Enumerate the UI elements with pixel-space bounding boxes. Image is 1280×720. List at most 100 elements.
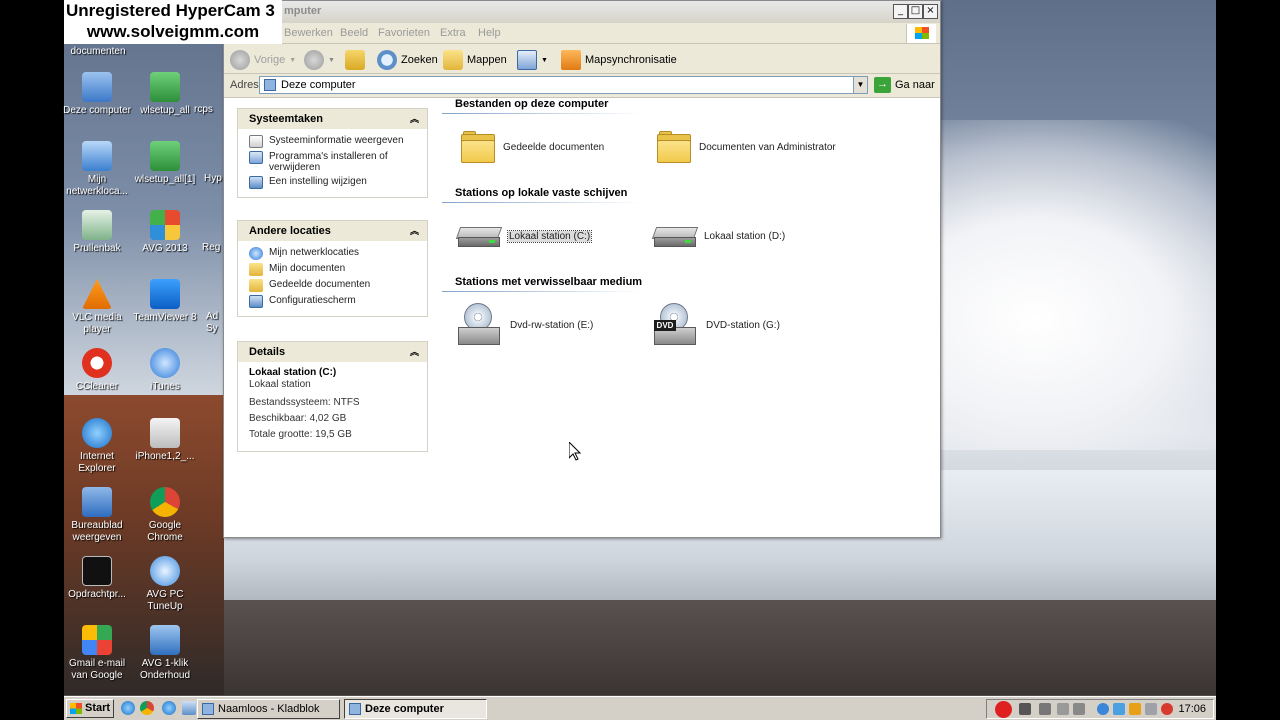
desktop-icon-google-chrome[interactable]: Google Chrome — [131, 487, 199, 544]
forward-button[interactable]: ▼ — [304, 50, 335, 70]
item-shared-documents[interactable]: Gedeelde documenten — [461, 131, 604, 163]
item-drive-d[interactable]: Lokaal station (D:) — [651, 223, 785, 249]
vlc-icon — [82, 279, 112, 309]
section-removable: Stations met verwisselbaar medium — [442, 276, 922, 292]
windows-logo-icon — [906, 24, 936, 43]
sync-label: Mapsynchronisatie — [585, 54, 677, 66]
panel-header[interactable]: Details ︽ — [238, 342, 427, 362]
collapse-chevron-icon[interactable]: ︽ — [410, 112, 419, 125]
menu-help[interactable]: Help — [478, 27, 501, 39]
desktop-icon-mijn-netwerk[interactable]: Mijn netwerkloca... — [63, 141, 131, 198]
place-link-shared[interactable]: Gedeelde documenten — [249, 279, 427, 292]
update-tray-icon[interactable] — [1161, 703, 1173, 715]
avg-tray-icon[interactable] — [1129, 703, 1141, 715]
desktop-icon-hyp[interactable]: Hyp — [204, 173, 224, 185]
tuneup-icon — [150, 556, 180, 586]
chevron-down-icon: ▼ — [289, 56, 297, 64]
details-type: Lokaal station — [249, 379, 311, 390]
title-bar[interactable]: mputer _ □ × — [224, 1, 940, 23]
collapse-chevron-icon[interactable]: ︽ — [410, 224, 419, 237]
close-button[interactable]: × — [923, 4, 938, 19]
installer-icon — [150, 141, 180, 171]
chevron-down-icon[interactable]: ▼ — [853, 77, 867, 93]
start-button[interactable]: Start — [66, 699, 114, 718]
icon-label: iTunes — [150, 381, 180, 392]
desktop-icon-prullenbak[interactable]: Prullenbak — [63, 210, 131, 255]
desktop-icon-wlsetup-all[interactable]: wlsetup_all — [131, 72, 199, 117]
window-icon[interactable] — [1057, 703, 1069, 715]
desktop-icon-avg-2013[interactable]: AVG 2013 — [131, 210, 199, 255]
details-panel: Details ︽ Lokaal station (C:) Lokaal sta… — [237, 341, 428, 452]
desktop-icon-rcps[interactable]: rcps — [194, 104, 224, 116]
desktop-icon-opdrachtprompt[interactable]: Opdrachtpr... — [63, 556, 131, 601]
panel-header[interactable]: Systeemtaken ︽ — [238, 109, 427, 129]
item-drive-e[interactable]: Dvd-rw-station (E:) — [458, 303, 593, 347]
desktop-icon-reg[interactable]: Reg — [202, 242, 224, 254]
task-link-settings[interactable]: Een instelling wijzigen — [249, 176, 427, 189]
address-label: Adres — [230, 79, 259, 91]
quicklaunch-desktop-icon[interactable] — [182, 701, 196, 715]
place-link-network[interactable]: Mijn netwerklocaties — [249, 247, 427, 260]
back-button[interactable]: Vorige ▼ — [230, 50, 296, 70]
desktop-icon-gmail[interactable]: Gmail e-mail van Google — [63, 625, 131, 682]
desktop-icon-iphone[interactable]: iPhone1,2_... — [131, 418, 199, 463]
menu-favorieten[interactable]: Favorieten — [378, 27, 430, 39]
desktop-icon-ccleaner[interactable]: CCleaner — [63, 348, 131, 393]
item-admin-documents[interactable]: Documenten van Administrator — [657, 131, 836, 163]
collapse-chevron-icon[interactable]: ︽ — [410, 345, 419, 358]
item-drive-g[interactable]: DVD DVD-station (G:) — [654, 303, 780, 347]
desktop-icon-deze-computer[interactable]: Deze computer — [63, 72, 131, 117]
icon-label: iPhone1,2_... — [135, 451, 195, 462]
desktop-icon-avg-tuneup[interactable]: AVG PC TuneUp — [131, 556, 199, 613]
task-link-programs[interactable]: Programma's installeren of verwijderen — [249, 151, 427, 173]
desktop-icon-internet-explorer[interactable]: Internet Explorer — [63, 418, 131, 475]
search-button[interactable]: Zoeken — [377, 50, 438, 70]
resize-icon[interactable] — [1073, 703, 1085, 715]
quicklaunch-ie-2-icon[interactable] — [162, 701, 176, 715]
record-icon[interactable] — [995, 701, 1012, 718]
teamviewer-icon — [150, 279, 180, 309]
hard-drive-icon — [651, 223, 699, 249]
quicklaunch-chrome-icon[interactable] — [140, 701, 154, 715]
desktop-icon-vlc[interactable]: VLC media player — [63, 279, 131, 336]
minimize-button[interactable]: _ — [893, 4, 908, 19]
quicklaunch-ie-icon[interactable] — [121, 701, 135, 715]
folder-icon — [657, 131, 691, 163]
network-tray-icon[interactable] — [1097, 703, 1109, 715]
volume-icon[interactable] — [1145, 703, 1157, 715]
desktop-icon-bureaublad[interactable]: Bureaublad weergeven — [63, 487, 131, 544]
taskbar: Start Naamloos - Kladblok Deze computer … — [64, 696, 1216, 720]
desktop-icon-itunes[interactable]: iTunes — [131, 348, 199, 393]
menu-extra[interactable]: Extra — [440, 27, 466, 39]
menu-bar: Bewerken Beeld Favorieten Extra Help — [224, 23, 940, 44]
panel-title: Andere locaties — [249, 225, 331, 237]
network-icon — [249, 247, 263, 260]
panel-header[interactable]: Andere locaties ︽ — [238, 221, 427, 241]
up-folder-button[interactable] — [345, 50, 365, 70]
go-button[interactable]: → Ga naar — [874, 77, 935, 93]
views-button[interactable]: ▼ — [517, 50, 548, 70]
address-input[interactable]: Deze computer ▼ — [259, 76, 868, 94]
menu-bewerken[interactable]: Bewerken — [284, 27, 333, 39]
search-tray-icon[interactable] — [1113, 703, 1125, 715]
sync-button[interactable]: Mapsynchronisatie — [561, 50, 677, 70]
icon-label: wlsetup_all — [140, 105, 190, 116]
menu-beeld[interactable]: Beeld — [340, 27, 368, 39]
desktop-icon-avg-1klik[interactable]: AVG 1-klik Onderhoud — [131, 625, 199, 682]
place-link-documents[interactable]: Mijn documenten — [249, 263, 427, 276]
desktop-icon-teamviewer[interactable]: TeamViewer 8 — [131, 279, 199, 324]
desktop-icon-ad[interactable]: Ad Sy — [206, 311, 224, 335]
camera-icon[interactable] — [1039, 703, 1051, 715]
maximize-button[interactable]: □ — [908, 4, 923, 19]
place-link-control-panel[interactable]: Configuratiescherm — [249, 295, 427, 308]
task-explorer[interactable]: Deze computer — [344, 699, 487, 719]
stop-icon[interactable] — [1019, 703, 1031, 715]
icon-label: Deze computer — [63, 105, 131, 116]
folders-button[interactable]: Mappen — [443, 50, 507, 70]
task-link-system-info[interactable]: Systeeminformatie weergeven — [249, 135, 427, 148]
desktop-icon-documenten[interactable]: documenten — [64, 46, 132, 58]
item-drive-c[interactable]: Lokaal station (C:) — [455, 223, 593, 249]
dvd-drive-icon: DVD — [654, 303, 698, 347]
desktop-icon-wlsetup-all-1[interactable]: wlsetup_all[1] — [131, 141, 199, 186]
task-notepad[interactable]: Naamloos - Kladblok — [197, 699, 340, 719]
